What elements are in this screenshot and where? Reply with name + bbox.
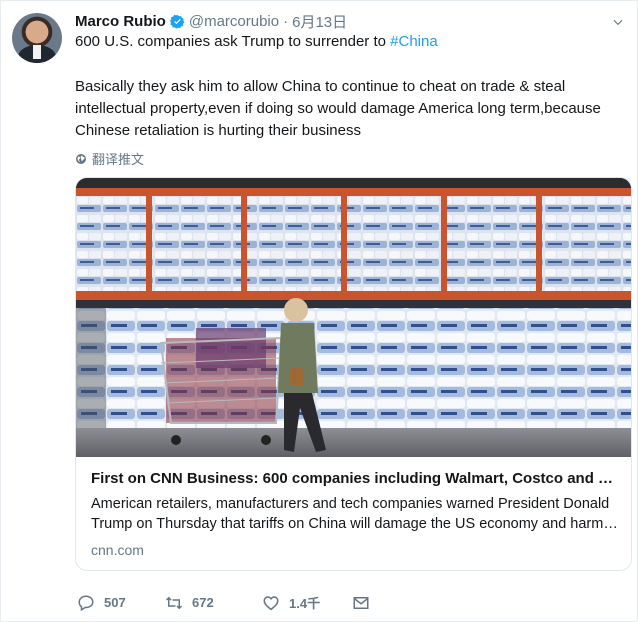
tweet-date[interactable]: 6月13日: [292, 11, 347, 32]
like-count: 1.4千: [289, 596, 321, 611]
hashtag-link[interactable]: #China: [390, 33, 438, 50]
message-icon: [353, 596, 369, 609]
card-text: First on CNN Business: 600 companies inc…: [91, 469, 619, 560]
globe-icon: [76, 153, 86, 164]
author-name[interactable]: Marco Rubio: [75, 13, 166, 30]
tweet-body-text: Basically they ask him to allow China to…: [75, 78, 601, 139]
tweet-headline-text: 600 U.S. companies ask Trump to surrende…: [75, 33, 391, 50]
avatar[interactable]: [12, 13, 62, 63]
retweet-button[interactable]: 672: [165, 594, 262, 612]
tweet-body: Basically they ask him to allow China to…: [75, 76, 625, 142]
card-image: [76, 178, 631, 457]
author-handle[interactable]: @marcorubio: [189, 13, 279, 30]
retweet-icon: [165, 596, 183, 609]
link-card[interactable]: First on CNN Business: 600 companies inc…: [75, 177, 632, 571]
tweet-container: Marco Rubio @marcorubio · 6月13日 600 U.S.…: [0, 0, 638, 622]
caret-down-icon[interactable]: [611, 15, 625, 29]
tweet-headline: 600 U.S. companies ask Trump to surrende…: [75, 33, 438, 50]
card-domain: cnn.com: [91, 542, 144, 558]
verified-badge-icon: [169, 14, 185, 29]
avatar-shirt: [33, 45, 41, 59]
card-title[interactable]: First on CNN Business: 600 companies inc…: [91, 469, 619, 489]
card-description: American retailers, manufacturers and te…: [91, 496, 610, 532]
header-separator: ·: [283, 13, 289, 30]
reply-count: 507: [104, 595, 126, 610]
like-button[interactable]: 1.4千: [262, 593, 352, 612]
reply-icon: [78, 594, 94, 611]
tweet-header: Marco Rubio @marcorubio · 6月13日: [75, 11, 347, 32]
retweet-count: 672: [192, 595, 214, 610]
reply-button[interactable]: 507: [77, 594, 165, 612]
message-button[interactable]: [352, 594, 370, 612]
like-icon: [263, 595, 279, 610]
translate-label: 翻译推文: [92, 152, 145, 167]
translate-link[interactable]: 翻译推文: [75, 149, 144, 168]
action-bar: 507 672 1.4千: [77, 593, 370, 612]
